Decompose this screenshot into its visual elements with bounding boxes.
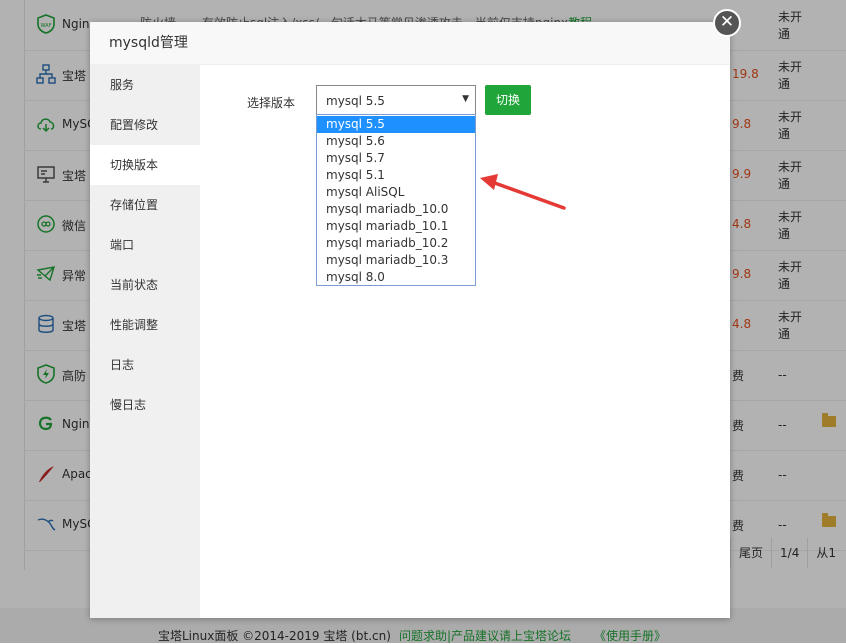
mysqld-manager-dialog: mysqld管理 服务 配置修改 切换版本 存储位置 端口 当前状态 性能调整 … xyxy=(90,22,730,618)
arrow-head xyxy=(480,174,498,190)
sidebar-item-performance[interactable]: 性能调整 xyxy=(90,305,200,345)
version-option[interactable]: mysql 5.6 xyxy=(317,133,475,150)
switch-button[interactable]: 切换 xyxy=(485,85,531,115)
close-icon[interactable]: ✕ xyxy=(713,9,741,37)
arrow-shaft xyxy=(490,180,566,210)
sidebar-item-slow-log[interactable]: 慢日志 xyxy=(90,385,200,425)
sidebar-item-service[interactable]: 服务 xyxy=(90,65,200,105)
sidebar-item-switch-version[interactable]: 切换版本 xyxy=(90,145,200,185)
sidebar-item-status[interactable]: 当前状态 xyxy=(90,265,200,305)
version-label: 选择版本 xyxy=(247,96,296,110)
dialog-sidebar: 服务 配置修改 切换版本 存储位置 端口 当前状态 性能调整 日志 慢日志 xyxy=(90,65,200,618)
version-option[interactable]: mysql mariadb_10.0 xyxy=(317,201,475,218)
switch-version-panel: 选择版本 mysql 5.5 ▼ 切换 mysql 5.5 mysql 5.6 … xyxy=(200,65,730,618)
dialog-title: mysqld管理 xyxy=(109,35,188,51)
version-option[interactable]: mysql 5.7 xyxy=(317,150,475,167)
chevron-down-icon: ▼ xyxy=(462,94,469,104)
version-option[interactable]: mysql 5.1 xyxy=(317,167,475,184)
version-option[interactable]: mysql mariadb_10.3 xyxy=(317,252,475,269)
dialog-titlebar: mysqld管理 xyxy=(90,22,730,65)
sidebar-item-storage[interactable]: 存储位置 xyxy=(90,185,200,225)
sidebar-item-config[interactable]: 配置修改 xyxy=(90,105,200,145)
version-dropdown-list: mysql 5.5 mysql 5.6 mysql 5.7 mysql 5.1 … xyxy=(316,114,476,286)
sidebar-item-port[interactable]: 端口 xyxy=(90,225,200,265)
version-option[interactable]: mysql 5.5 xyxy=(317,116,475,133)
version-option[interactable]: mysql mariadb_10.2 xyxy=(317,235,475,252)
version-option[interactable]: mysql mariadb_10.1 xyxy=(317,218,475,235)
version-select-value: mysql 5.5 xyxy=(326,94,385,108)
sidebar-item-log[interactable]: 日志 xyxy=(90,345,200,385)
version-option[interactable]: mysql AliSQL xyxy=(317,184,475,201)
version-option[interactable]: mysql 8.0 xyxy=(317,269,475,286)
version-select[interactable]: mysql 5.5 ▼ xyxy=(316,85,476,115)
